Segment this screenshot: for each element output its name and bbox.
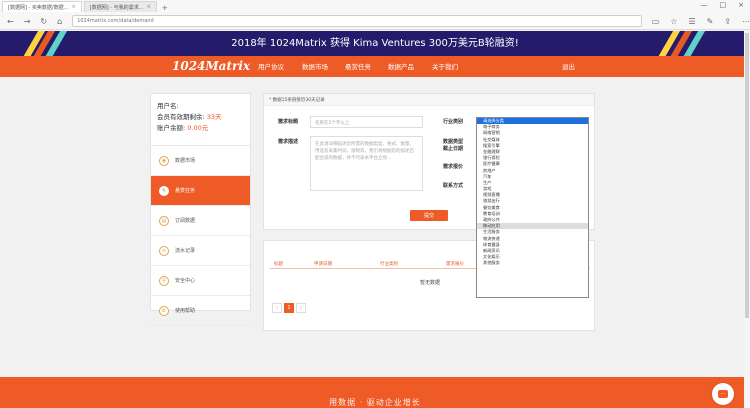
balance-value: 0.00元 <box>187 124 209 132</box>
sidebar-item-market[interactable]: ◉ 数据市场 <box>151 146 250 176</box>
budget-label: 需求报价 <box>443 164 464 170</box>
column-header-date: 申请日期 <box>314 262 332 267</box>
browser-tab-2[interactable]: [数据网] - 与我的需求… × <box>83 1 157 12</box>
nav-item-products[interactable]: 数据产品 <box>388 61 414 71</box>
promo-text: 2018年 1024Matrix 获得 Kima Ventures 300万美元… <box>231 38 519 49</box>
user-info: 用户名: 会员有效期剩余: 33天 账户余额: 0.00元 <box>151 94 250 146</box>
main-nav: 1024Matrix 用户协议 数据市场 悬赏任务 数据产品 关于我们 退出 <box>0 56 750 77</box>
description-textarea[interactable]: 在此请详细描述您所需的数据类型、格式、数量、用途及采集时间、限制等，我们将根据您… <box>310 136 423 191</box>
dropdown-option[interactable]: 其他服务 <box>477 260 588 266</box>
sidebar-item-label: 流水记录 <box>175 248 196 254</box>
favorite-icon[interactable]: ☆ <box>670 17 677 26</box>
username-label: 用户名: <box>157 102 179 110</box>
sidebar-item-label: 使用帮助 <box>175 308 196 314</box>
form-notice: * 数据15条链接近30天记录 <box>264 94 594 106</box>
chat-button[interactable]: … <box>712 383 734 405</box>
balance-line: 账户余额: 0.00元 <box>157 124 209 132</box>
data-type-label: 数据类型 <box>443 139 464 145</box>
forward-icon[interactable]: → <box>24 17 31 26</box>
sidebar-item-transactions[interactable]: ≡ 流水记录 <box>151 236 250 266</box>
share-icon[interactable]: ⇪ <box>724 17 731 26</box>
validity-line: 会员有效期剩余: 33天 <box>157 113 222 121</box>
new-tab-button[interactable]: + <box>157 4 173 12</box>
url-text: 1024matrix.com/data/demand <box>77 18 154 24</box>
contact-label: 联系方式 <box>443 183 464 189</box>
pagination: ‹ 1 › <box>272 303 306 313</box>
desc-label: 需求描述 <box>278 139 299 145</box>
sidebar: 用户名: 会员有效期剩余: 33天 账户余额: 0.00元 ◉ 数据市场 ✎ 悬… <box>150 93 251 326</box>
next-page-button[interactable]: › <box>296 303 306 313</box>
industry-dropdown[interactable]: 请选择分类 电子商务 网络营销 社交媒体 搜索引擎 金融理财 银行保险 医疗健康 房地产 汽车 生产… <box>476 117 589 298</box>
sidebar-item-help[interactable]: ⚙ 使用帮助 <box>151 296 250 326</box>
sidebar-item-label: 订阅数据 <box>175 218 196 224</box>
close-window-button[interactable]: × <box>738 1 744 9</box>
browser-toolbar: ▭ ☆ ☰ ✎ ⇪ ⋯ <box>652 17 750 26</box>
hub-icon[interactable]: ☰ <box>688 17 695 26</box>
scrollbar-thumb[interactable] <box>745 33 749 318</box>
window-controls: — □ × <box>701 1 745 9</box>
submit-button[interactable]: 提交 <box>410 210 448 221</box>
address-row: ← → ↻ ⌂ 1024matrix.com/data/demand ▭ ☆ ☰… <box>0 13 750 29</box>
list-icon: ≡ <box>159 245 169 256</box>
tab-label: [数据网] - 买卖数据/数据… <box>8 4 69 11</box>
notes-icon[interactable]: ✎ <box>707 17 714 26</box>
reload-icon[interactable]: ↻ <box>40 17 47 26</box>
industry-label: 行业类别 <box>443 119 464 125</box>
title-input[interactable]: 名称在5个字以上 <box>310 116 423 128</box>
close-icon[interactable]: × <box>72 4 76 10</box>
site-logo[interactable]: 1024Matrix <box>172 59 250 73</box>
footer-slogan: 用数据 · 驱动企业增长 <box>329 398 421 407</box>
shield-icon: ⛨ <box>159 275 169 286</box>
browser-chrome: [数据网] - 买卖数据/数据… × [数据网] - 与我的需求… × + — … <box>0 0 750 30</box>
minimize-button[interactable]: — <box>701 1 708 9</box>
footer-banner: 用数据 · 驱动企业增长 <box>0 377 750 408</box>
more-icon[interactable]: ⋯ <box>742 17 750 26</box>
column-header-industry: 行业类别 <box>380 262 398 267</box>
sidebar-item-label: 悬赏任务 <box>175 188 196 194</box>
sidebar-item-security[interactable]: ⛨ 安全中心 <box>151 266 250 296</box>
logout-link[interactable]: 退出 <box>562 61 575 71</box>
address-bar[interactable]: 1024matrix.com/data/demand <box>72 15 642 27</box>
market-icon: ◉ <box>159 155 169 166</box>
nav-item-about[interactable]: 关于我们 <box>432 61 458 71</box>
sidebar-item-label: 安全中心 <box>175 278 196 284</box>
page-button[interactable]: 1 <box>284 303 294 313</box>
sidebar-item-label: 数据市场 <box>175 158 196 164</box>
sidebar-item-tasks[interactable]: ✎ 悬赏任务 <box>151 176 250 206</box>
maximize-button[interactable]: □ <box>720 1 727 9</box>
deadline-label: 截止日期 <box>443 146 464 152</box>
nav-item-agreement[interactable]: 用户协议 <box>258 61 284 71</box>
browser-tabs: [数据网] - 买卖数据/数据… × [数据网] - 与我的需求… × + <box>0 0 750 12</box>
reading-view-icon[interactable]: ▭ <box>652 17 660 26</box>
column-header-budget: 需求报价 <box>446 262 464 267</box>
back-icon[interactable]: ← <box>7 17 14 26</box>
column-header-title: 标题 <box>274 262 283 267</box>
sidebar-item-subscriptions[interactable]: ▤ 订阅数据 <box>151 206 250 236</box>
chat-icon: … <box>718 390 728 398</box>
nav-item-market[interactable]: 数据市场 <box>302 61 328 71</box>
close-icon[interactable]: × <box>147 4 151 10</box>
title-label: 需求标题 <box>278 119 299 125</box>
dropdown-options: 请选择分类 电子商务 网络营销 社交媒体 搜索引擎 金融理财 银行保险 医疗健康 房地产 汽车 生产… <box>477 118 588 267</box>
gear-icon: ⚙ <box>159 305 169 316</box>
promo-banner: 2018年 1024Matrix 获得 Kima Ventures 300万美元… <box>0 31 750 56</box>
tab-label: [数据网] - 与我的需求… <box>89 4 144 11</box>
validity-value: 33天 <box>206 113 222 121</box>
prev-page-button[interactable]: ‹ <box>272 303 282 313</box>
nav-item-tasks[interactable]: 悬赏任务 <box>345 61 371 71</box>
home-icon[interactable]: ⌂ <box>57 17 62 26</box>
document-icon: ▤ <box>159 215 169 226</box>
edit-icon: ✎ <box>159 185 169 196</box>
browser-tab-1[interactable]: [数据网] - 买卖数据/数据… × <box>2 1 82 12</box>
